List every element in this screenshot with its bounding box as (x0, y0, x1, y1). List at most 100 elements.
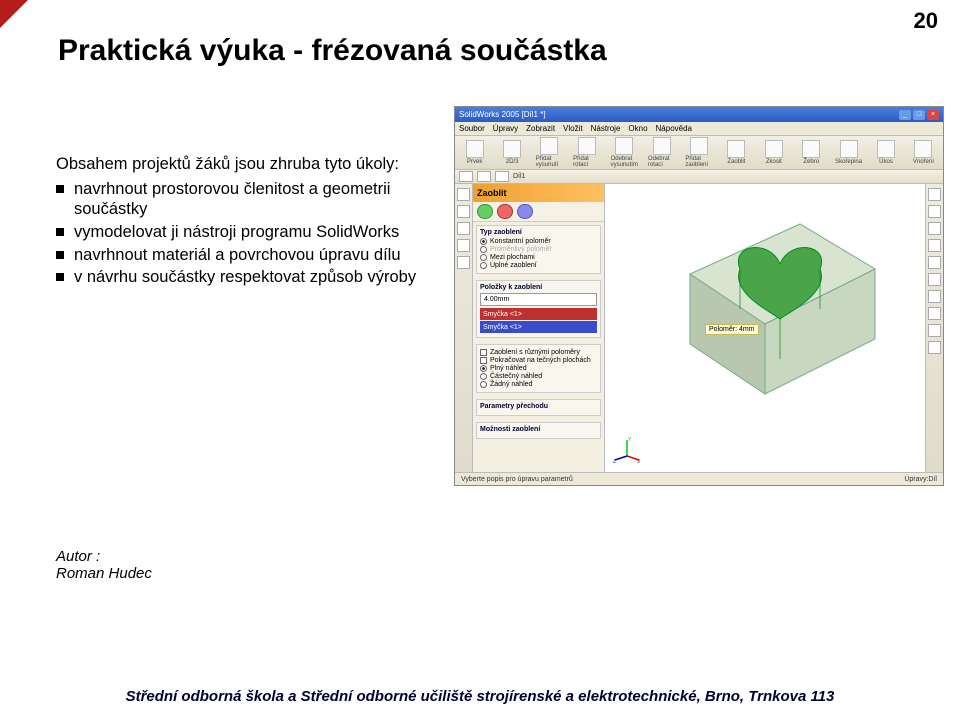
3d-viewport[interactable]: Poloměr: 4mm Y X Z (605, 184, 925, 472)
ok-button[interactable] (477, 204, 493, 219)
radio-option[interactable]: Konstantní poloměr (480, 238, 597, 245)
radio-icon (480, 238, 487, 245)
minimize-button[interactable]: _ (899, 110, 911, 120)
radio-option[interactable]: Mezi plochami (480, 254, 597, 261)
ribbon-label: Přidat rotací (573, 156, 600, 168)
check-label: Zaoblení s různými poloměry (490, 349, 580, 356)
radio-label: Proměnlivý poloměr (490, 246, 552, 253)
ribbon-label: Odebrat rotací (648, 156, 675, 168)
menu-item[interactable]: Okno (628, 124, 647, 133)
bullet-item: navrhnout materiál a povrchovou úpravu d… (56, 245, 431, 266)
bullet-item: v návrhu součástky respektovat způsob vý… (56, 267, 431, 288)
pm-section-transition[interactable]: Parametry přechodu (476, 399, 601, 416)
help-button[interactable] (517, 204, 533, 219)
bullet-item: navrhnout prostorovou členitost a geomet… (56, 179, 431, 220)
window-buttons: _ □ × (899, 110, 939, 120)
check-option[interactable]: Pokračovat na tečných plochách (480, 357, 597, 364)
menu-item[interactable]: Soubor (459, 124, 485, 133)
radio-option[interactable]: Částečný náhled (480, 373, 597, 380)
left-iconbar (455, 184, 473, 472)
feature-icon (466, 140, 484, 158)
check-option[interactable]: Zaoblení s různými poloměry (480, 349, 597, 356)
ribbon-button[interactable]: Přidat zaoblení (685, 137, 712, 168)
close-button[interactable]: × (927, 110, 939, 120)
selection-item[interactable]: Smyčka <1> (480, 308, 597, 320)
menu-item[interactable]: Vložit (563, 124, 583, 133)
tool-icon[interactable] (928, 307, 941, 320)
slide-footer: Střední odborná škola a Střední odborné … (0, 688, 960, 705)
check-label: Pokračovat na tečných plochách (490, 357, 591, 364)
ribbon-button[interactable]: Úkos (872, 140, 899, 165)
radio-icon (480, 246, 487, 253)
radio-label: Úplné zaoblení (490, 262, 537, 269)
ribbon-label: Skořepina (835, 159, 862, 165)
tool-icon[interactable] (457, 222, 470, 235)
toolbar-icon[interactable] (495, 171, 509, 182)
radio-option[interactable]: Plný náhled (480, 365, 597, 372)
menu-item[interactable]: Zobrazit (526, 124, 555, 133)
tool-icon[interactable] (928, 273, 941, 286)
svg-text:Z: Z (613, 459, 616, 464)
pm-section-header: Typ zaoblení (480, 229, 597, 236)
tool-icon[interactable] (928, 290, 941, 303)
maximize-button[interactable]: □ (913, 110, 925, 120)
tool-icon[interactable] (457, 239, 470, 252)
ribbon-label: Vnoření (913, 159, 934, 165)
ribbon-label: Přidat zaoblení (685, 156, 712, 168)
selection-item[interactable]: Smyčka <1> (480, 321, 597, 333)
tool-icon[interactable] (928, 239, 941, 252)
radio-label: Plný náhled (490, 365, 527, 372)
tool-icon[interactable] (928, 324, 941, 337)
menu-item[interactable]: Nástroje (591, 124, 621, 133)
ribbon-button[interactable]: Přidat vysunutí (536, 137, 563, 168)
ribbon-button[interactable]: Odebrat vysunutím (611, 137, 638, 168)
ribbon-button[interactable]: Skořepina (835, 140, 862, 165)
ribbon-label: Úkos (879, 159, 893, 165)
checkbox-icon (480, 349, 487, 356)
tool-icon[interactable] (928, 256, 941, 269)
tool-icon[interactable] (457, 256, 470, 269)
ribbon-button[interactable]: Vnoření (910, 140, 937, 165)
toolbar-icon[interactable] (477, 171, 491, 182)
pm-section-header: Položky k zaoblení (480, 284, 597, 291)
toolbar-icon[interactable] (459, 171, 473, 182)
slide-title: Praktická výuka - frézovaná součástka (58, 34, 607, 68)
menu-item[interactable]: Nápověda (656, 124, 692, 133)
radio-icon (480, 254, 487, 261)
radio-option[interactable]: Proměnlivý poloměr (480, 246, 597, 253)
feature-icon (503, 140, 521, 158)
ribbon-button[interactable]: Přidat rotací (573, 137, 600, 168)
tool-icon[interactable] (928, 205, 941, 218)
tool-icon[interactable] (928, 188, 941, 201)
right-iconbar (925, 184, 943, 472)
radio-option[interactable]: Úplné zaoblení (480, 262, 597, 269)
pm-section-options: Zaoblení s různými poloměry Pokračovat n… (476, 344, 601, 393)
doc-name[interactable]: Díl1 (513, 173, 525, 180)
part-rendering (670, 214, 880, 414)
tool-icon[interactable] (457, 188, 470, 201)
pm-section-more[interactable]: Možnosti zaoblení (476, 422, 601, 439)
tool-icon[interactable] (928, 341, 941, 354)
ribbon-button[interactable]: Odebrat rotací (648, 137, 675, 168)
dimension-callout[interactable]: Poloměr: 4mm (705, 324, 759, 335)
pm-section-header: Možnosti zaoblení (480, 426, 597, 433)
doc-toolbar: Díl1 (455, 170, 943, 184)
ribbon-button[interactable]: Zkosit (760, 140, 787, 165)
tool-icon[interactable] (457, 205, 470, 218)
input-value: 4.00mm (484, 296, 509, 303)
ribbon-button[interactable]: Žebro (798, 140, 825, 165)
cancel-button[interactable] (497, 204, 513, 219)
ribbon-button[interactable]: Zaoblit (723, 140, 750, 165)
radio-option[interactable]: Žádný náhled (480, 381, 597, 388)
radio-label: Žádný náhled (490, 381, 532, 388)
menubar: Soubor Úpravy Zobrazit Vložit Nástroje O… (455, 122, 943, 136)
page-number: 20 (914, 8, 938, 34)
radius-input[interactable]: 4.00mm (480, 293, 597, 306)
tool-icon[interactable] (928, 222, 941, 235)
menu-item[interactable]: Úpravy (493, 124, 518, 133)
ribbon-button[interactable]: Prvek (461, 140, 488, 165)
pm-title: Zaoblit (473, 184, 604, 202)
content-column: Obsahem projektů žáků jsou zhruba tyto ú… (56, 154, 431, 290)
ribbon-button[interactable]: 2D/3 (498, 140, 525, 165)
propertymanager-panel: Zaoblit Typ zaoblení Konstantní poloměr … (473, 184, 605, 472)
